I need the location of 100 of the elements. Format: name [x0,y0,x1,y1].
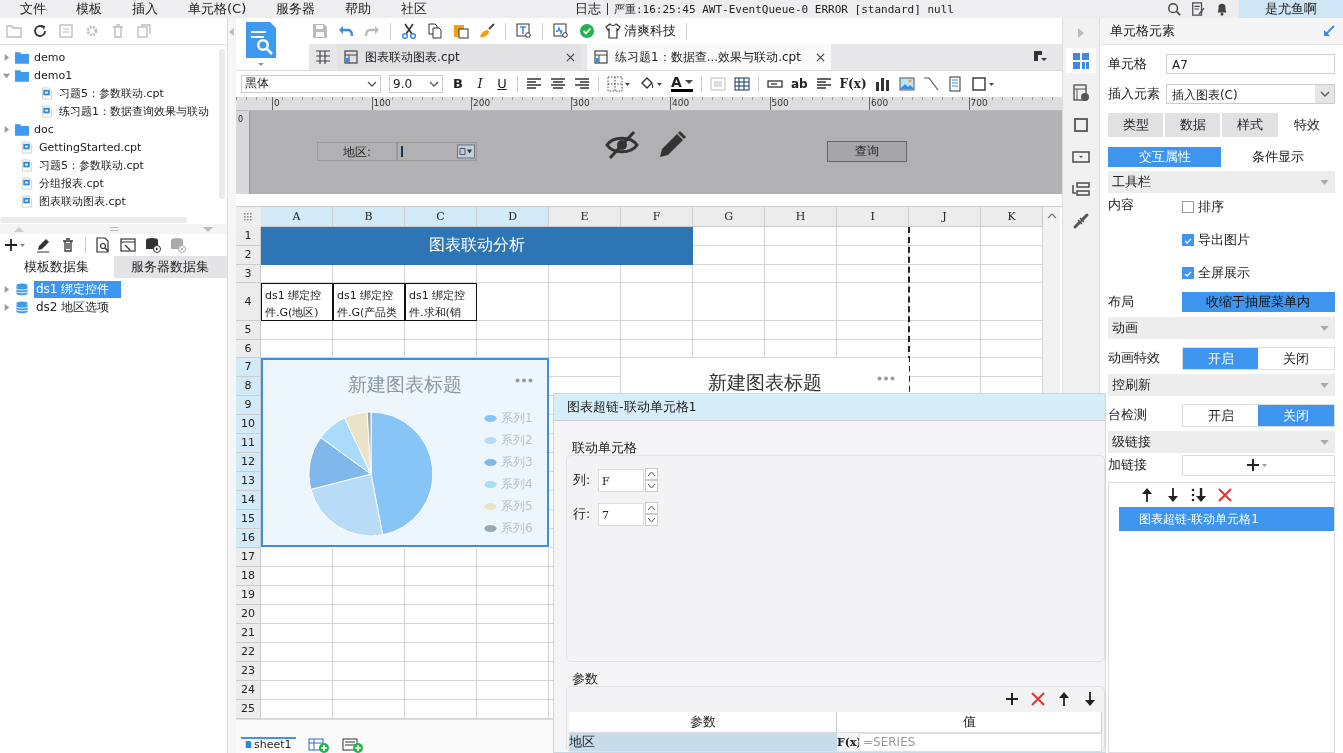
sheet-cell[interactable] [909,226,982,246]
column-header[interactable]: I [837,206,910,227]
sheet-cell[interactable] [837,264,910,283]
query-button[interactable]: 查询 [827,140,908,162]
column-header[interactable]: H [765,206,838,227]
column-header[interactable]: K [981,206,1044,227]
sheet-cell[interactable] [837,282,910,321]
sheet-cell[interactable] [405,264,478,283]
more-icon[interactable] [877,375,896,381]
report-file-icon[interactable] [343,49,360,65]
notes-icon[interactable] [1191,2,1205,16]
scissors-icon[interactable] [401,23,418,39]
sheet-cell[interactable] [477,642,550,662]
sheet-cell[interactable] [261,585,334,605]
paste-icon[interactable] [453,23,470,39]
new-folder-icon[interactable] [6,23,22,39]
grid-icon[interactable] [1072,51,1090,70]
formula-button[interactable]: F(x) [839,76,867,91]
add-form-icon[interactable] [341,737,364,753]
sheet-cell[interactable] [693,245,766,265]
text-search-icon[interactable] [516,23,533,39]
tree-item[interactable]: 图表联动图表.cpt [39,193,126,209]
add-dropdown-icon[interactable] [4,237,26,253]
sheet-cell[interactable] [261,320,334,340]
sheet-cell[interactable] [477,264,550,283]
sheet-cell[interactable] [333,604,406,624]
panel-tab[interactable]: 数据 [1165,113,1221,137]
sheet-cell[interactable] [909,339,982,358]
section-header[interactable]: 工具栏 [1107,171,1335,193]
sheet-cell[interactable] [261,680,334,700]
column-header[interactable]: J [909,206,982,227]
sheet-cell[interactable] [405,585,478,605]
align-center-icon[interactable] [550,75,567,92]
properties-icon[interactable] [58,23,74,39]
tree-item[interactable]: 习题5：参数联动.cpt [39,157,144,173]
sheet-cell[interactable] [621,320,694,340]
font-color-button[interactable]: A [671,75,693,93]
sheet-tab[interactable]: sheet1 [241,737,296,753]
gear-icon[interactable] [84,23,100,39]
sheet-cell[interactable] [549,320,622,340]
sheet-cell[interactable] [333,320,406,340]
sheet-cell[interactable] [477,604,550,624]
region-combo-box[interactable] [397,141,478,161]
column-header[interactable]: A [261,206,334,227]
menu-item[interactable]: 帮助 [345,0,372,18]
sheet-cell[interactable] [405,623,478,643]
link-icon[interactable] [1072,211,1090,230]
sheet-cell[interactable] [261,699,334,719]
sheet-cell[interactable] [477,699,550,719]
row-field[interactable]: 7 [598,502,644,526]
tree-item[interactable]: doc [34,122,54,136]
column-header[interactable]: D [477,206,550,227]
arrow-down-icon[interactable] [1082,691,1098,707]
align-left-icon[interactable] [526,75,543,92]
menu-item[interactable]: 服务器 [276,0,316,18]
style-button[interactable]: I [473,76,488,92]
refresh-icon[interactable] [32,23,48,39]
sheet-grid-icon[interactable] [315,49,332,65]
chevron-down-icon[interactable] [1319,91,1330,97]
trash-icon[interactable] [60,237,76,253]
copy-icon[interactable] [427,23,444,39]
checkbox[interactable] [1181,201,1194,213]
theme-button[interactable]: 清爽科技 [605,22,677,40]
panel-tab[interactable]: 类型 [1107,113,1164,137]
text-tool-button[interactable]: ab [790,76,808,91]
table-icon[interactable] [733,75,750,92]
sheet-cell[interactable] [477,623,550,643]
sheet-cell[interactable] [477,282,550,321]
sheet-cell[interactable] [261,339,334,358]
pencil-icon[interactable] [657,129,688,160]
tree-item[interactable]: GettingStarted.cpt [39,140,142,154]
image-icon[interactable] [898,75,915,92]
preview-icon[interactable] [95,237,111,253]
bar-chart-icon[interactable] [874,75,891,92]
sheet-cell[interactable] [333,339,406,358]
sheet-cell[interactable] [837,339,910,358]
sheet-cell[interactable] [477,320,550,340]
add-icon[interactable] [1004,691,1020,707]
file-tab[interactable]: 练习题1：数据查...效果与联动.cpt [587,44,832,70]
brush-icon[interactable] [479,23,496,39]
sheet-cell[interactable] [333,642,406,662]
log-button[interactable]: 日志 [575,3,608,15]
more-icon[interactable] [515,377,534,383]
sheet-cell[interactable] [477,680,550,700]
expand-arrow-icon[interactable] [2,52,11,62]
sheet-icon[interactable] [245,740,253,750]
sheet-cell[interactable] [333,680,406,700]
chevron-down-icon[interactable] [367,80,378,87]
document-icon[interactable] [946,75,963,92]
sheet-cell[interactable] [909,245,982,265]
sheet-cell[interactable] [405,680,478,700]
sheet-cell[interactable] [765,264,838,283]
sheet-cell[interactable] [333,566,406,586]
scroll-up-icon[interactable] [1047,212,1058,219]
caret-icon[interactable] [684,80,693,85]
sheet-cell[interactable] [765,226,838,246]
delete-icon[interactable] [1216,487,1233,503]
sheet-cell[interactable] [477,661,550,681]
sheet-cell[interactable] [405,661,478,681]
menu-item[interactable]: 文件 [20,0,46,18]
